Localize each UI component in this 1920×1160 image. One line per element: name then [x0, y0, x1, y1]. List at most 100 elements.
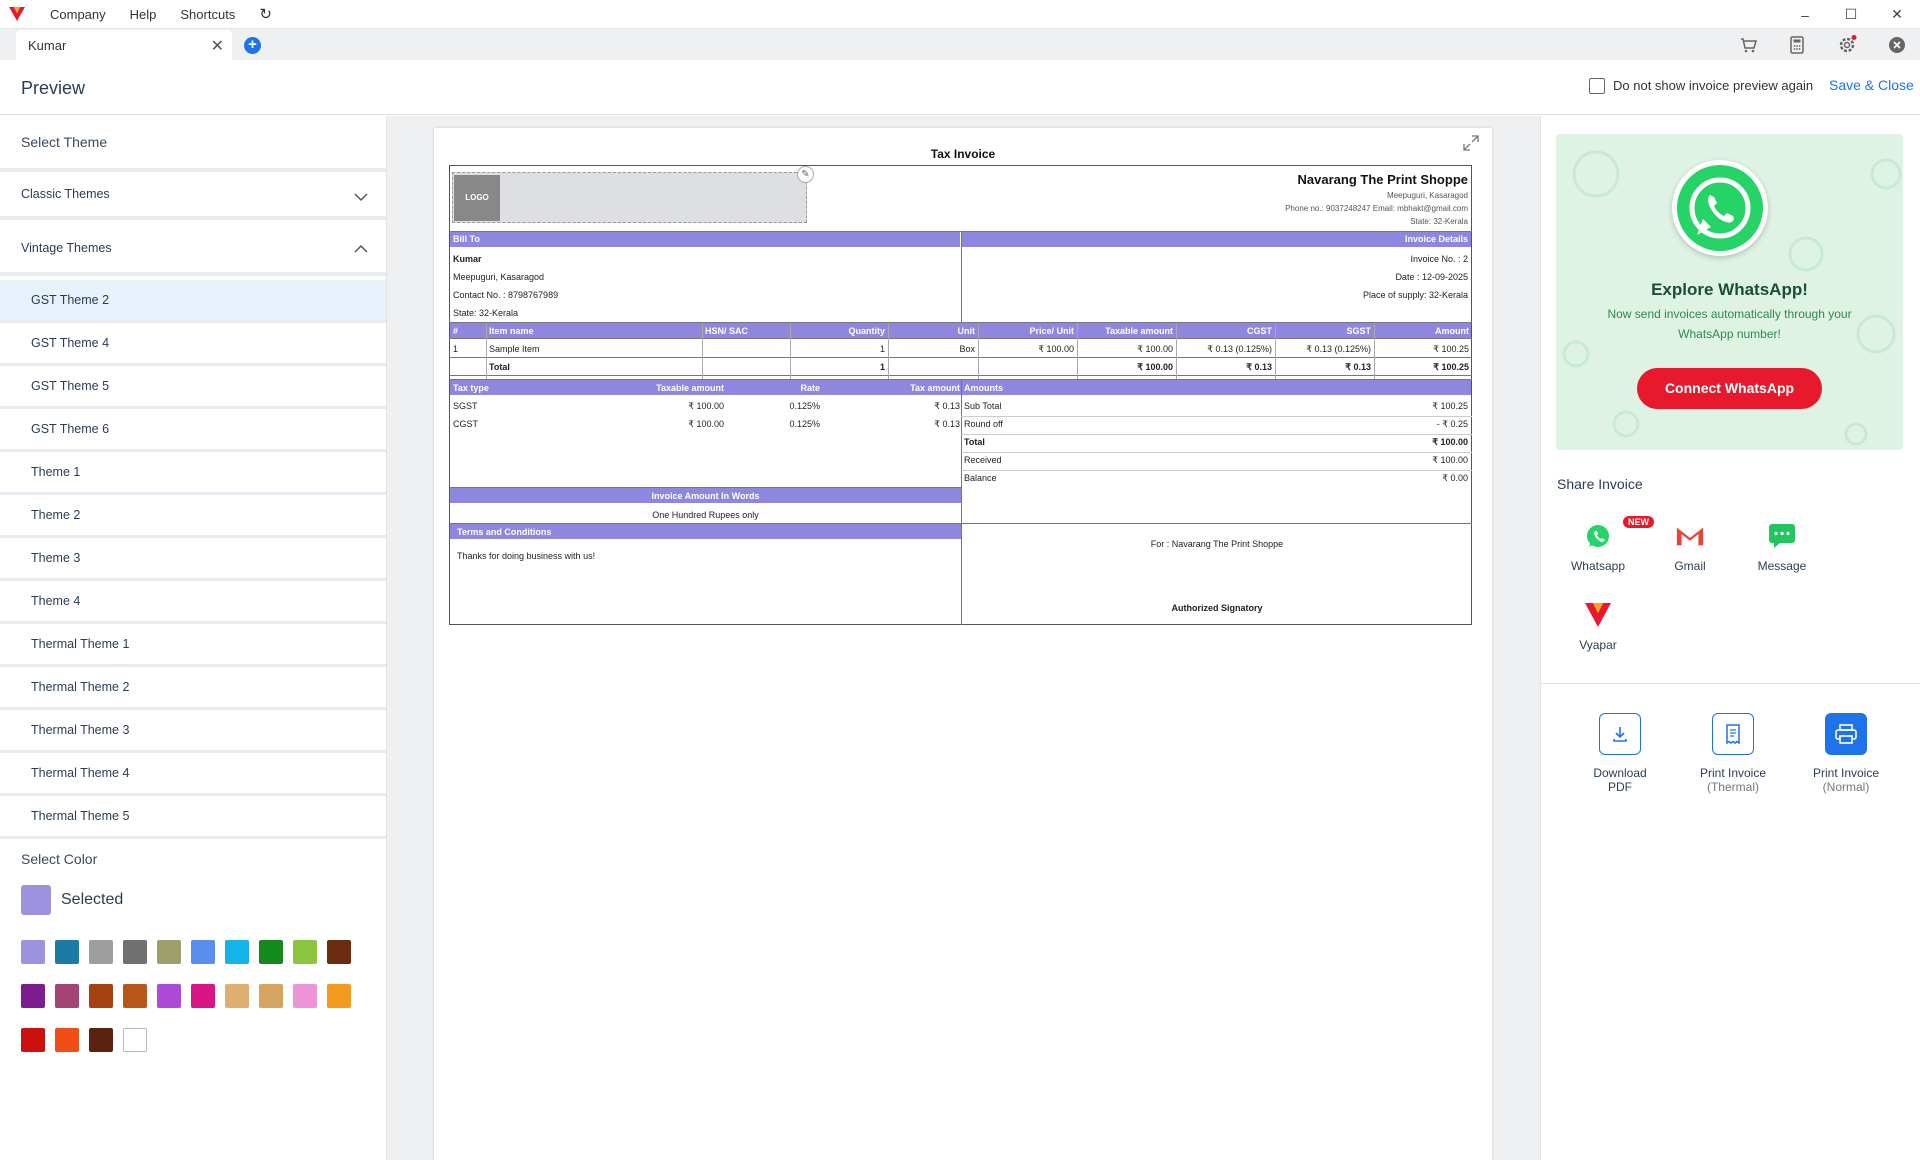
settings-icon[interactable] — [1836, 34, 1858, 56]
maximize-icon[interactable]: ☐ — [1828, 0, 1874, 29]
theme-item-thermal-theme-2[interactable]: Thermal Theme 2 — [0, 667, 386, 710]
color-swatch[interactable] — [293, 984, 317, 1008]
invoice-title: Tax Invoice — [930, 147, 996, 161]
color-swatch[interactable] — [89, 984, 113, 1008]
amount-value: ₹ 100.00 — [1432, 455, 1468, 465]
vyapar-logo-icon — [9, 7, 25, 21]
menu-company[interactable]: Company — [50, 7, 106, 22]
save-close-button[interactable]: Save & Close — [1829, 77, 1914, 93]
color-swatch[interactable] — [225, 984, 249, 1008]
theme-item-gst-theme-4[interactable]: GST Theme 4 — [0, 323, 386, 366]
close-preview-icon[interactable] — [1886, 34, 1908, 56]
amount-label: Total — [964, 437, 985, 447]
share-whatsapp-label: Whatsapp — [1570, 559, 1626, 573]
store-icon[interactable] — [1737, 34, 1759, 56]
theme-item-label: Thermal Theme 4 — [31, 766, 130, 780]
color-swatch[interactable] — [327, 984, 351, 1008]
printer-icon — [1835, 724, 1857, 744]
connect-whatsapp-button[interactable]: Connect WhatsApp — [1637, 368, 1822, 409]
download-pdf-button[interactable]: Download PDF — [1570, 713, 1670, 794]
color-swatch[interactable] — [21, 940, 45, 964]
refresh-icon[interactable]: ↻ — [259, 5, 272, 23]
color-swatch[interactable] — [225, 940, 249, 964]
share-gmail[interactable]: Gmail — [1650, 521, 1730, 573]
color-swatch[interactable] — [21, 984, 45, 1008]
theme-item-theme-3[interactable]: Theme 3 — [0, 538, 386, 581]
color-swatch[interactable] — [293, 940, 317, 964]
vintage-themes-section[interactable]: Vintage Themes — [0, 224, 386, 276]
color-swatch[interactable] — [55, 984, 79, 1008]
color-swatch[interactable] — [123, 940, 147, 964]
divider — [702, 323, 703, 379]
items-cell: 1 — [879, 344, 885, 354]
download-label: Download — [1593, 766, 1647, 780]
whatsapp-icon — [1587, 525, 1609, 547]
dont-show-preview-label: Do not show invoice preview again — [1613, 78, 1814, 93]
minimize-icon[interactable]: – — [1782, 0, 1828, 29]
color-swatch[interactable] — [123, 1028, 147, 1052]
share-whatsapp[interactable]: NEW Whatsapp — [1558, 516, 1654, 573]
items-cell: Total — [489, 362, 510, 372]
color-swatch[interactable] — [55, 1028, 79, 1052]
color-swatch[interactable] — [55, 940, 79, 964]
color-swatch[interactable] — [123, 984, 147, 1008]
color-swatch[interactable] — [259, 940, 283, 964]
edit-logo-icon[interactable]: ✎ — [797, 166, 814, 183]
color-swatch[interactable] — [191, 940, 215, 964]
share-message[interactable]: Message — [1742, 521, 1822, 573]
color-swatch[interactable] — [157, 984, 181, 1008]
theme-item-gst-theme-5[interactable]: GST Theme 5 — [0, 366, 386, 409]
color-swatch[interactable] — [89, 940, 113, 964]
theme-item-label: Thermal Theme 1 — [31, 637, 130, 651]
theme-item-gst-theme-2[interactable]: GST Theme 2 — [0, 280, 386, 323]
items-cell: ₹ 100.00 — [1038, 344, 1074, 354]
color-swatch[interactable] — [191, 984, 215, 1008]
theme-item-gst-theme-6[interactable]: GST Theme 6 — [0, 409, 386, 452]
print-thermal-label: Print Invoice — [1699, 766, 1767, 780]
chevron-up-icon — [354, 244, 368, 253]
items-cell: ₹ 0.13 — [1246, 362, 1272, 372]
select-theme-heading: Select Theme — [21, 134, 108, 150]
items-cell: 1 — [879, 362, 885, 372]
print-thermal-button[interactable]: Print Invoice (Thermal) — [1683, 713, 1783, 794]
tax-cell: ₹ 100.00 — [688, 401, 724, 411]
color-swatch[interactable] — [157, 940, 181, 964]
items-column-header: Taxable amount — [1105, 326, 1173, 336]
print-normal-button[interactable]: Print Invoice (Normal) — [1796, 713, 1896, 794]
divider — [1374, 323, 1375, 379]
close-tab-icon[interactable]: ✕ — [211, 36, 224, 56]
calculator-icon[interactable] — [1786, 34, 1808, 56]
theme-item-thermal-theme-1[interactable]: Thermal Theme 1 — [0, 624, 386, 667]
color-swatch[interactable] — [89, 1028, 113, 1052]
theme-item-theme-1[interactable]: Theme 1 — [0, 452, 386, 495]
for-company: For : Navarang The Print Shoppe — [1150, 539, 1284, 549]
theme-item-theme-2[interactable]: Theme 2 — [0, 495, 386, 538]
close-window-icon[interactable]: ✕ — [1874, 0, 1920, 29]
color-swatch[interactable] — [21, 1028, 45, 1052]
items-cell: Sample Item — [489, 344, 540, 354]
theme-item-thermal-theme-4[interactable]: Thermal Theme 4 — [0, 753, 386, 796]
color-swatch[interactable] — [327, 940, 351, 964]
classic-themes-section[interactable]: Classic Themes — [0, 168, 386, 220]
theme-item-thermal-theme-3[interactable]: Thermal Theme 3 — [0, 710, 386, 753]
theme-item-thermal-theme-5[interactable]: Thermal Theme 5 — [0, 796, 386, 839]
tax-cell: ₹ 0.13 — [934, 401, 960, 411]
tax-cell: ₹ 0.13 — [934, 419, 960, 429]
select-color-heading: Select Color — [21, 851, 98, 867]
tab-kumar[interactable]: Kumar ✕ — [16, 30, 232, 60]
color-swatch[interactable] — [259, 984, 283, 1008]
divider — [1275, 323, 1276, 379]
theme-item-theme-4[interactable]: Theme 4 — [0, 581, 386, 624]
amount-value: ₹ 0.00 — [1442, 473, 1468, 483]
dont-show-preview-checkbox[interactable] — [1589, 78, 1605, 94]
menu-help[interactable]: Help — [130, 7, 157, 22]
bill-to-name: Kumar — [453, 254, 482, 264]
share-vyapar[interactable]: Vyapar — [1558, 600, 1638, 652]
items-column-header: SGST — [1346, 326, 1371, 336]
menu-shortcuts[interactable]: Shortcuts — [180, 7, 235, 22]
theme-item-label: GST Theme 6 — [31, 422, 110, 436]
panel-divider — [1541, 683, 1920, 684]
logo-placeholder[interactable] — [452, 172, 807, 223]
add-tab-icon[interactable]: + — [244, 37, 261, 54]
company-address: Meepuguri, Kasaragod — [1387, 191, 1468, 200]
